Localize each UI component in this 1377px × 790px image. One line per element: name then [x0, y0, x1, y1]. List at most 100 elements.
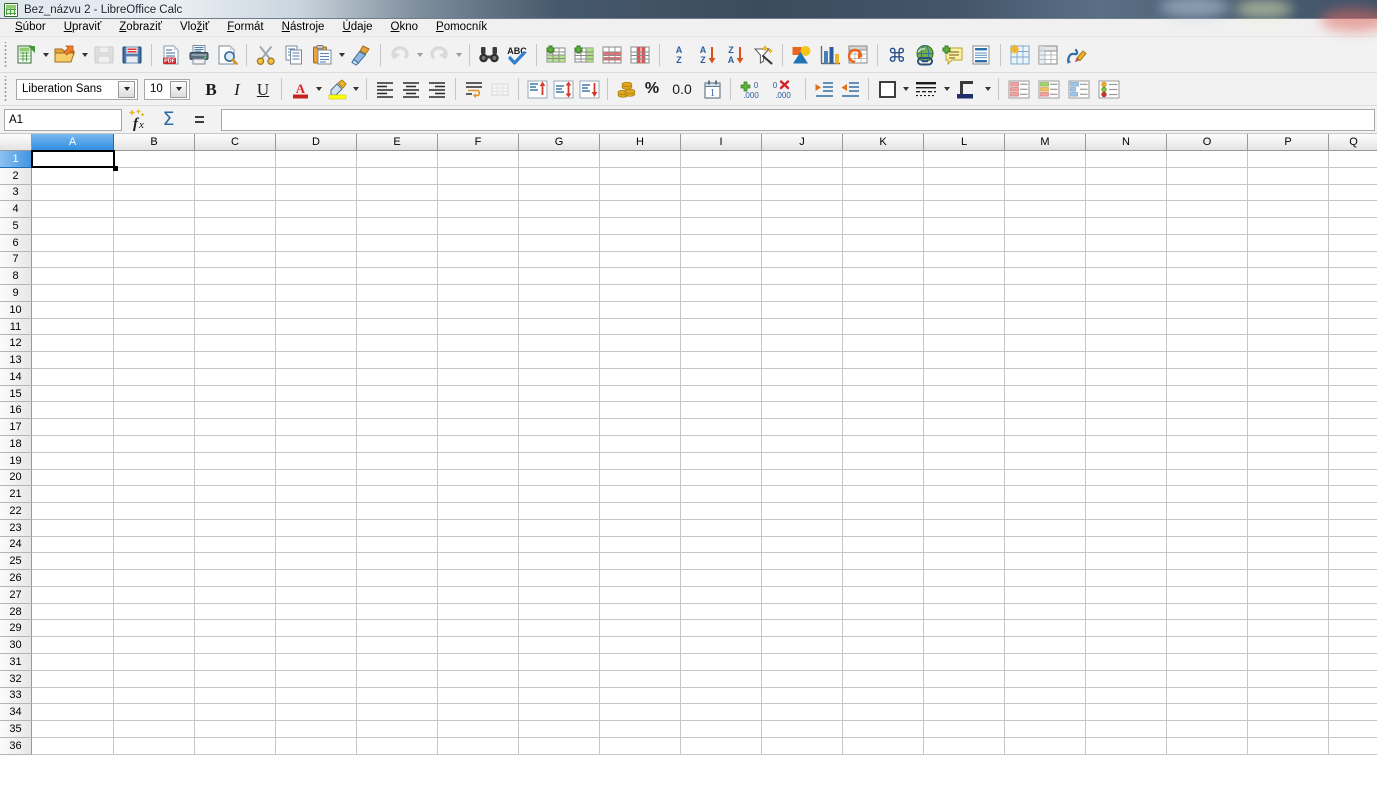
cell-J23[interactable]: [762, 519, 843, 537]
cell-M15[interactable]: [1005, 385, 1086, 403]
cell-I25[interactable]: [681, 553, 762, 571]
wrap-text-button[interactable]: [461, 76, 487, 102]
row-header-30[interactable]: 30: [0, 637, 32, 654]
cell-N7[interactable]: [1086, 251, 1167, 269]
cell-F30[interactable]: [438, 637, 519, 654]
cell-M13[interactable]: [1005, 352, 1086, 369]
cell-H19[interactable]: [600, 452, 681, 470]
cell-C31[interactable]: [195, 653, 276, 671]
undo-dropdown[interactable]: [414, 41, 425, 69]
format-as-date-button[interactable]: 1: [699, 76, 725, 102]
cell-C33[interactable]: [195, 687, 276, 705]
row-header-21[interactable]: 21: [0, 486, 32, 504]
cell-Q10[interactable]: [1329, 301, 1377, 319]
cell-C7[interactable]: [195, 251, 276, 269]
menu-format[interactable]: Formát: [218, 20, 272, 35]
cell-H18[interactable]: [600, 436, 681, 453]
cell-P17[interactable]: [1248, 419, 1329, 437]
cell-A23[interactable]: [32, 519, 114, 537]
cell-L21[interactable]: [924, 486, 1005, 504]
print-preview-button[interactable]: [213, 41, 241, 69]
cell-P36[interactable]: [1248, 737, 1329, 755]
cell-N14[interactable]: [1086, 368, 1167, 386]
cell-O11[interactable]: [1167, 318, 1248, 336]
cell-D20[interactable]: [276, 469, 357, 487]
cell-Q33[interactable]: [1329, 687, 1377, 705]
cell-Q28[interactable]: [1329, 603, 1377, 621]
cell-D30[interactable]: [276, 637, 357, 654]
cell-L10[interactable]: [924, 301, 1005, 319]
cell-F16[interactable]: [438, 402, 519, 420]
row-header-13[interactable]: 13: [0, 352, 32, 369]
cell-I32[interactable]: [681, 670, 762, 688]
cell-O10[interactable]: [1167, 301, 1248, 319]
cell-P3[interactable]: [1248, 184, 1329, 202]
cell-P15[interactable]: [1248, 385, 1329, 403]
cell-K31[interactable]: [843, 653, 924, 671]
cell-L11[interactable]: [924, 318, 1005, 336]
copy-button[interactable]: [280, 41, 308, 69]
cell-P30[interactable]: [1248, 637, 1329, 654]
cell-K1[interactable]: [843, 151, 924, 168]
cell-J14[interactable]: [762, 368, 843, 386]
cell-P13[interactable]: [1248, 352, 1329, 369]
cell-M30[interactable]: [1005, 637, 1086, 654]
row-header-17[interactable]: 17: [0, 419, 32, 437]
cell-A16[interactable]: [32, 402, 114, 420]
cell-D18[interactable]: [276, 436, 357, 453]
cell-A25[interactable]: [32, 553, 114, 571]
cell-I2[interactable]: [681, 167, 762, 185]
cell-N28[interactable]: [1086, 603, 1167, 621]
cell-A3[interactable]: [32, 184, 114, 202]
open-document-button[interactable]: [51, 41, 79, 69]
cell-J34[interactable]: [762, 704, 843, 722]
cell-N29[interactable]: [1086, 620, 1167, 638]
cell-A22[interactable]: [32, 503, 114, 520]
cell-Q30[interactable]: [1329, 637, 1377, 654]
function-wizard-button[interactable]: f x: [122, 108, 153, 132]
cell-F18[interactable]: [438, 436, 519, 453]
cell-B6[interactable]: [114, 234, 195, 252]
underline-button[interactable]: U: [250, 76, 276, 102]
cell-B8[interactable]: [114, 268, 195, 286]
cell-O21[interactable]: [1167, 486, 1248, 504]
cell-G12[interactable]: [519, 335, 600, 353]
cell-D6[interactable]: [276, 234, 357, 252]
cell-B29[interactable]: [114, 620, 195, 638]
highlighting-color-button[interactable]: [324, 76, 350, 102]
cell-M35[interactable]: [1005, 721, 1086, 738]
row-header-18[interactable]: 18: [0, 436, 32, 453]
cell-H22[interactable]: [600, 503, 681, 520]
cell-K23[interactable]: [843, 519, 924, 537]
formula-input[interactable]: [221, 108, 1375, 131]
cell-I36[interactable]: [681, 737, 762, 755]
open-document-dropdown[interactable]: [79, 41, 90, 69]
cell-H25[interactable]: [600, 553, 681, 571]
cell-H34[interactable]: [600, 704, 681, 722]
cell-E19[interactable]: [357, 452, 438, 470]
format-as-currency-button[interactable]: [613, 76, 639, 102]
cell-P10[interactable]: [1248, 301, 1329, 319]
cell-Q25[interactable]: [1329, 553, 1377, 571]
cell-B19[interactable]: [114, 452, 195, 470]
cell-J25[interactable]: [762, 553, 843, 571]
cell-F28[interactable]: [438, 603, 519, 621]
cell-N22[interactable]: [1086, 503, 1167, 520]
cell-F29[interactable]: [438, 620, 519, 638]
row-header-12[interactable]: 12: [0, 335, 32, 353]
cell-H29[interactable]: [600, 620, 681, 638]
font-color-dropdown[interactable]: [313, 75, 324, 103]
cell-L5[interactable]: [924, 218, 1005, 235]
row-header-28[interactable]: 28: [0, 603, 32, 621]
cell-B34[interactable]: [114, 704, 195, 722]
cell-K3[interactable]: [843, 184, 924, 202]
cell-H10[interactable]: [600, 301, 681, 319]
cell-I12[interactable]: [681, 335, 762, 353]
cell-P34[interactable]: [1248, 704, 1329, 722]
cell-L24[interactable]: [924, 536, 1005, 554]
cell-A34[interactable]: [32, 704, 114, 722]
cell-C32[interactable]: [195, 670, 276, 688]
cell-J9[interactable]: [762, 285, 843, 302]
cell-M14[interactable]: [1005, 368, 1086, 386]
cell-J20[interactable]: [762, 469, 843, 487]
